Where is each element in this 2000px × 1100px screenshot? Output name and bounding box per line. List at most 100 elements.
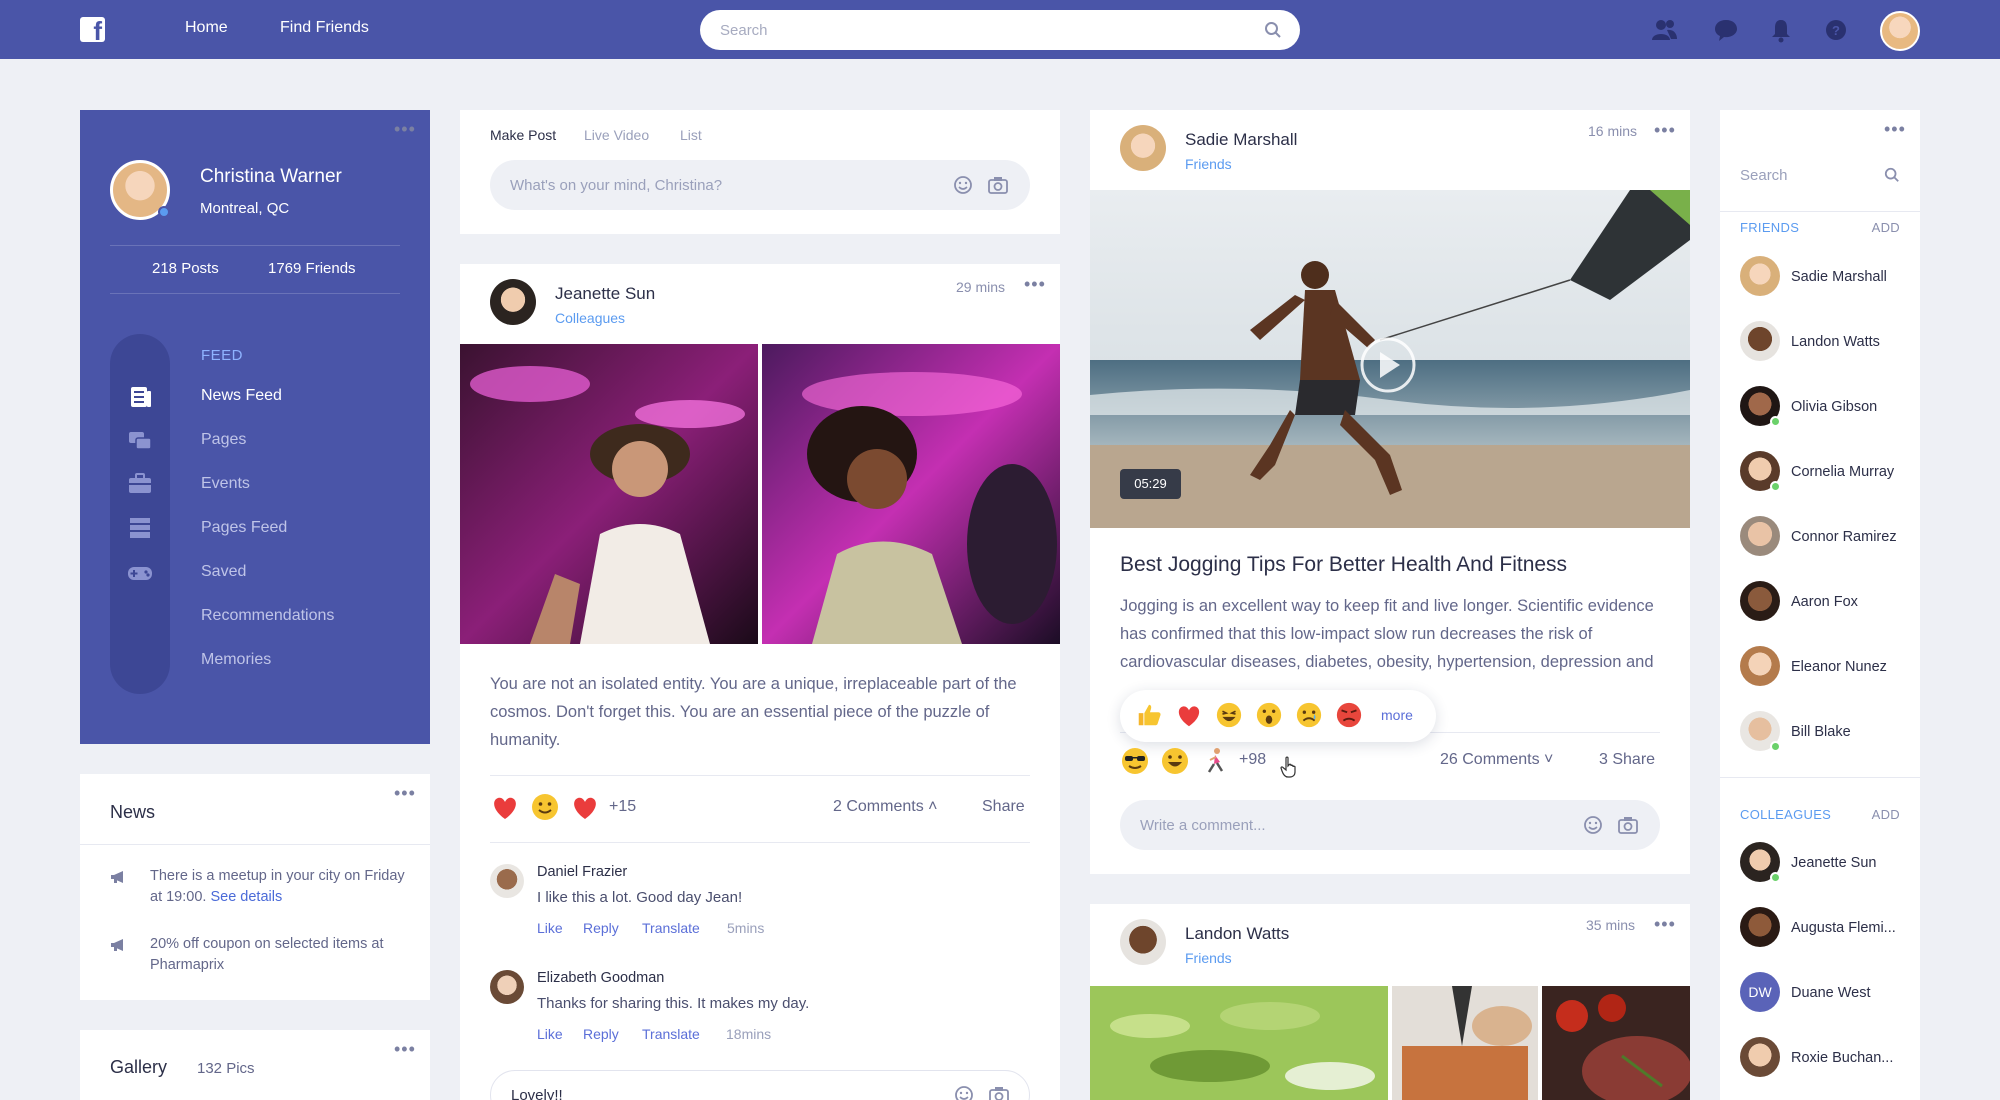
user-avatar[interactable] [1880, 11, 1920, 51]
top-search-input[interactable] [720, 10, 1240, 50]
nav-find-friends[interactable]: Find Friends [280, 19, 369, 37]
angry-reaction-icon[interactable] [1335, 701, 1363, 729]
friend-requests-icon[interactable] [1650, 16, 1678, 44]
smile-reaction-icon[interactable] [530, 792, 560, 822]
games-icon[interactable] [125, 557, 155, 587]
tab-make-post[interactable]: Make Post [490, 127, 556, 143]
notifications-bell-icon[interactable] [1767, 16, 1795, 44]
commenter-avatar[interactable] [490, 970, 524, 1004]
commenter-avatar[interactable] [490, 864, 524, 898]
post-author[interactable]: Landon Watts [1185, 924, 1289, 944]
post-author[interactable]: Jeanette Sun [555, 284, 655, 304]
sidebar-options-icon[interactable]: ••• [1884, 120, 1906, 138]
pages-icon[interactable] [125, 426, 155, 456]
colleague-item[interactable]: DW Duane West [1740, 970, 1910, 1014]
comment-translate-link[interactable]: Translate [642, 920, 700, 936]
pages-feed-icon[interactable] [125, 513, 155, 543]
menu-recommendations[interactable]: Recommendations [201, 607, 334, 625]
colleague-item[interactable]: Roxie Buchan... [1740, 1035, 1910, 1079]
comment-like-link[interactable]: Like [537, 920, 563, 936]
camera-icon[interactable] [988, 1085, 1010, 1100]
more-reactions-link[interactable]: more [1381, 707, 1413, 723]
emoji-icon[interactable] [1583, 815, 1603, 835]
share-button[interactable]: 3 Share [1599, 751, 1655, 769]
messages-icon[interactable] [1712, 16, 1740, 44]
gallery-options-icon[interactable]: ••• [394, 1040, 416, 1058]
post-author[interactable]: Sadie Marshall [1185, 130, 1297, 150]
share-button[interactable]: Share [982, 798, 1025, 816]
camera-icon[interactable] [1617, 815, 1639, 835]
colleague-item[interactable]: Jeanette Sun [1740, 840, 1910, 884]
contacts-search-input[interactable] [1740, 160, 1880, 190]
comment-reply-link[interactable]: Reply [583, 920, 619, 936]
camera-icon[interactable] [987, 175, 1009, 195]
news-feed-icon[interactable] [125, 382, 155, 412]
menu-pages-feed[interactable]: Pages Feed [201, 519, 287, 537]
nav-home[interactable]: Home [185, 19, 228, 37]
love-reaction-icon[interactable] [570, 792, 600, 822]
emoji-icon[interactable] [954, 1085, 974, 1100]
profile-options-icon[interactable]: ••• [394, 120, 416, 138]
profile-name[interactable]: Christina Warner [200, 166, 342, 188]
commenter-name[interactable]: Daniel Frazier [537, 864, 627, 880]
post-photo[interactable] [1090, 986, 1388, 1100]
news-options-icon[interactable]: ••• [394, 784, 416, 802]
facebook-logo[interactable]: f [80, 17, 105, 44]
reaction-count[interactable]: +15 [609, 798, 636, 816]
article-title[interactable]: Best Jogging Tips For Better Health And … [1120, 553, 1567, 577]
comment-input[interactable] [511, 1071, 931, 1100]
menu-news-feed[interactable]: News Feed [201, 387, 282, 405]
reaction-count[interactable]: +98 [1239, 751, 1266, 769]
friends-count[interactable]: 1769 Friends [268, 260, 356, 277]
post-photo[interactable] [460, 344, 758, 644]
comment-reply-link[interactable]: Reply [583, 1026, 619, 1042]
post-options-icon[interactable]: ••• [1654, 121, 1676, 139]
thumbs-up-reaction-icon[interactable] [1135, 701, 1163, 729]
search-icon[interactable] [1884, 167, 1900, 183]
comment-translate-link[interactable]: Translate [642, 1026, 700, 1042]
add-colleague-button[interactable]: ADD [1872, 807, 1900, 822]
grin-reaction-icon[interactable] [1160, 746, 1190, 776]
tab-live-video[interactable]: Live Video [584, 127, 649, 143]
friend-item[interactable]: Sadie Marshall [1740, 254, 1910, 298]
author-avatar[interactable] [490, 279, 536, 325]
posts-count[interactable]: 218 Posts [152, 260, 219, 277]
see-details-link[interactable]: See details [210, 889, 282, 905]
emoji-icon[interactable] [953, 175, 973, 195]
wow-reaction-icon[interactable] [1255, 701, 1283, 729]
colleague-item[interactable]: Augusta Flemi... [1740, 905, 1910, 949]
menu-saved[interactable]: Saved [201, 563, 246, 581]
comments-toggle[interactable]: 26 Comments ˅ [1440, 751, 1553, 769]
love-reaction-icon[interactable] [1175, 701, 1203, 729]
status-input[interactable] [510, 160, 930, 210]
add-friend-button[interactable]: ADD [1872, 220, 1900, 235]
post-options-icon[interactable]: ••• [1654, 915, 1676, 933]
author-avatar[interactable] [1120, 125, 1166, 171]
comment-like-link[interactable]: Like [537, 1026, 563, 1042]
friend-item[interactable]: Cornelia Murray [1740, 449, 1910, 493]
tab-list[interactable]: List [680, 127, 702, 143]
comments-toggle[interactable]: 2 Comments ˄ [833, 798, 937, 816]
author-avatar[interactable] [1120, 919, 1166, 965]
sad-reaction-icon[interactable] [1295, 701, 1323, 729]
search-icon[interactable] [1264, 21, 1282, 39]
runner-reaction-icon[interactable] [1200, 746, 1230, 776]
friend-item[interactable]: Eleanor Nunez [1740, 644, 1910, 688]
friend-item[interactable]: Olivia Gibson [1740, 384, 1910, 428]
love-reaction-icon[interactable] [490, 792, 520, 822]
friend-item[interactable]: Connor Ramirez [1740, 514, 1910, 558]
laugh-reaction-icon[interactable] [1215, 701, 1243, 729]
friend-item[interactable]: Bill Blake [1740, 709, 1910, 753]
post-photo[interactable] [762, 344, 1060, 644]
comment-input[interactable] [1140, 800, 1560, 850]
menu-memories[interactable]: Memories [201, 651, 271, 669]
menu-pages[interactable]: Pages [201, 431, 246, 449]
post-photo[interactable] [1542, 986, 1690, 1100]
cool-reaction-icon[interactable] [1120, 746, 1150, 776]
commenter-name[interactable]: Elizabeth Goodman [537, 970, 664, 986]
friend-item[interactable]: Aaron Fox [1740, 579, 1910, 623]
post-options-icon[interactable]: ••• [1024, 275, 1046, 293]
help-icon[interactable]: ? [1822, 16, 1850, 44]
menu-events[interactable]: Events [201, 475, 250, 493]
friend-item[interactable]: Landon Watts [1740, 319, 1910, 363]
